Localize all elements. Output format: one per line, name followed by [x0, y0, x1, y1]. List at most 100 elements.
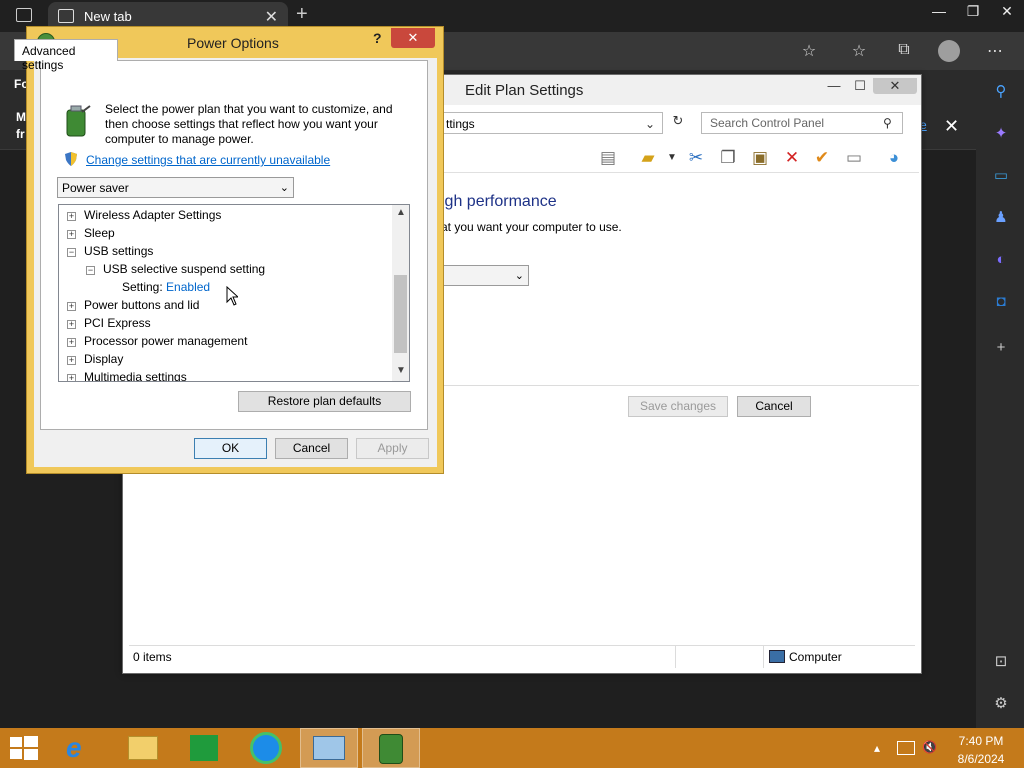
help-icon[interactable]: ? — [373, 30, 382, 46]
scroll-up-icon[interactable]: ▲ — [396, 207, 406, 218]
taskbar-internet-explorer[interactable]: e — [52, 728, 110, 768]
tree-item-label: Power buttons and lid — [84, 298, 200, 312]
plan-dropdown[interactable]: ⌄ — [441, 265, 529, 286]
save-changes-button[interactable]: Save changes — [628, 396, 728, 417]
close-icon[interactable]: ✕ — [391, 28, 435, 48]
copy-icon[interactable]: ❐ — [717, 147, 739, 169]
taskbar-file-explorer[interactable] — [114, 728, 172, 768]
folder-icon[interactable]: ▰ — [637, 147, 659, 169]
tree-item[interactable]: − USB selective suspend setting — [86, 262, 265, 276]
expand-icon[interactable]: + — [67, 302, 76, 311]
add-favorite-icon[interactable]: ☆ — [798, 41, 820, 61]
taskbar-control-panel[interactable] — [300, 728, 358, 768]
tab-page-icon — [58, 9, 74, 23]
po-title: Power Options — [187, 35, 279, 51]
taskbar-store[interactable] — [176, 728, 234, 768]
add-icon[interactable]: + — [991, 338, 1011, 358]
tree-item[interactable]: + Processor power management — [67, 334, 247, 348]
tab-title: New tab — [84, 9, 132, 24]
status-bar: 0 items Computer — [129, 645, 915, 668]
expand-icon[interactable]: + — [67, 356, 76, 365]
scroll-down-icon[interactable]: ▼ — [396, 365, 406, 376]
more-options-icon[interactable]: ⋯ — [984, 41, 1006, 61]
profile-avatar[interactable] — [938, 40, 960, 62]
delete-icon[interactable]: ✕ — [781, 147, 803, 169]
tab-actions-icon[interactable] — [16, 8, 32, 22]
games-icon[interactable]: ♟ — [991, 208, 1011, 228]
rename-icon[interactable]: ▭ — [843, 147, 865, 169]
network-icon[interactable] — [897, 741, 915, 755]
collections-icon[interactable]: ⧉ — [893, 41, 915, 59]
start-windows-icon[interactable] — [10, 736, 38, 760]
globe-icon[interactable]: ◕ — [883, 147, 905, 169]
chevron-down-icon: ⌄ — [514, 270, 524, 282]
apply-button[interactable]: Apply — [356, 438, 429, 459]
tree-item[interactable]: + Wireless Adapter Settings — [67, 208, 221, 222]
store-icon — [190, 735, 218, 761]
tree-setting-row[interactable]: Setting: Enabled — [122, 280, 210, 294]
expand-icon[interactable]: + — [67, 374, 76, 381]
tray-overflow-icon[interactable]: ▴ — [874, 741, 880, 755]
tree-item-label: Multimedia settings — [84, 370, 187, 382]
cut-icon[interactable]: ✂ — [685, 147, 707, 169]
tree-item-label: Sleep — [84, 226, 115, 240]
tree-item[interactable]: − USB settings — [67, 244, 153, 258]
favorites-icon[interactable]: ☆ — [848, 41, 870, 61]
layout-icon[interactable]: ▤ — [597, 147, 619, 169]
tab-advanced-settings[interactable]: Advanced settings — [14, 39, 118, 72]
new-tab-button[interactable]: + — [296, 3, 308, 26]
tab-close-icon[interactable]: ✕ — [265, 7, 278, 27]
ok-button[interactable]: OK — [194, 438, 267, 459]
cancel-button[interactable]: Cancel — [737, 396, 811, 417]
clock-time[interactable]: 7:40 PM — [950, 734, 1012, 748]
search-icon[interactable]: ⚲ — [883, 116, 892, 130]
expand-icon[interactable]: + — [67, 338, 76, 347]
cancel-button[interactable]: Cancel — [275, 438, 348, 459]
maximize-icon[interactable]: ☐ — [847, 78, 873, 94]
tree-item[interactable]: + Display — [67, 352, 123, 366]
collapse-icon[interactable]: − — [86, 266, 95, 275]
chevron-down-icon[interactable]: ⌄ — [645, 117, 655, 131]
outlook-icon[interactable]: ◘ — [991, 292, 1011, 312]
plan-subtext: at you want your computer to use. — [441, 220, 622, 234]
close-icon[interactable]: ✕ — [990, 0, 1024, 22]
tree-item[interactable]: + Multimedia settings — [67, 370, 187, 382]
tree-scrollbar[interactable]: ▲ ▼ — [392, 205, 409, 381]
minimize-icon[interactable]: — — [821, 78, 847, 93]
internet-explorer-icon: e — [66, 732, 82, 763]
status-location: Computer — [789, 650, 842, 664]
hide-sidebar-icon[interactable]: ⊡ — [991, 652, 1011, 672]
setting-value[interactable]: Enabled — [166, 280, 210, 294]
search-icon[interactable]: ⚲ — [991, 82, 1011, 102]
copilot-icon[interactable]: ✦ — [991, 124, 1011, 144]
collapse-icon[interactable]: − — [67, 248, 76, 257]
banner-close-icon[interactable]: ✕ — [944, 116, 959, 137]
paste-icon[interactable]: ▣ — [749, 147, 771, 169]
expand-icon[interactable]: + — [67, 230, 76, 239]
po-intro-text: Select the power plan that you want to c… — [105, 102, 393, 146]
checkmark-icon[interactable]: ✔ — [811, 147, 833, 169]
tree-item[interactable]: + Sleep — [67, 226, 115, 240]
search-input[interactable]: Search Control Panel — [701, 112, 903, 134]
clock-date[interactable]: 8/6/2024 — [950, 752, 1012, 766]
power-plan-dropdown[interactable]: Power saver ⌄ — [57, 177, 294, 198]
office-icon[interactable]: ◐ — [991, 250, 1011, 270]
expand-icon[interactable]: + — [67, 320, 76, 329]
close-icon[interactable]: ✕ — [873, 78, 917, 94]
taskbar-power-options[interactable] — [362, 728, 420, 768]
minimize-icon[interactable]: — — [922, 0, 956, 22]
tree-item[interactable]: + PCI Express — [67, 316, 151, 330]
refresh-icon[interactable]: ↻ — [667, 113, 689, 133]
scroll-thumb[interactable] — [394, 275, 407, 353]
tools-icon[interactable]: ▭ — [991, 166, 1011, 186]
expand-icon[interactable]: + — [67, 212, 76, 221]
restore-icon[interactable]: ❐ — [956, 0, 990, 22]
change-settings-link[interactable]: Change settings that are currently unava… — [86, 153, 330, 167]
taskbar-edge[interactable] — [238, 728, 296, 768]
settings-icon[interactable]: ⚙ — [991, 694, 1011, 714]
volume-muted-icon[interactable]: 🔇 — [922, 740, 937, 754]
chevron-down-icon[interactable]: ▼ — [661, 147, 683, 169]
restore-plan-defaults-button[interactable]: Restore plan defaults — [238, 391, 411, 412]
tree-item[interactable]: + Power buttons and lid — [67, 298, 199, 312]
battery-plug-icon — [66, 105, 91, 137]
